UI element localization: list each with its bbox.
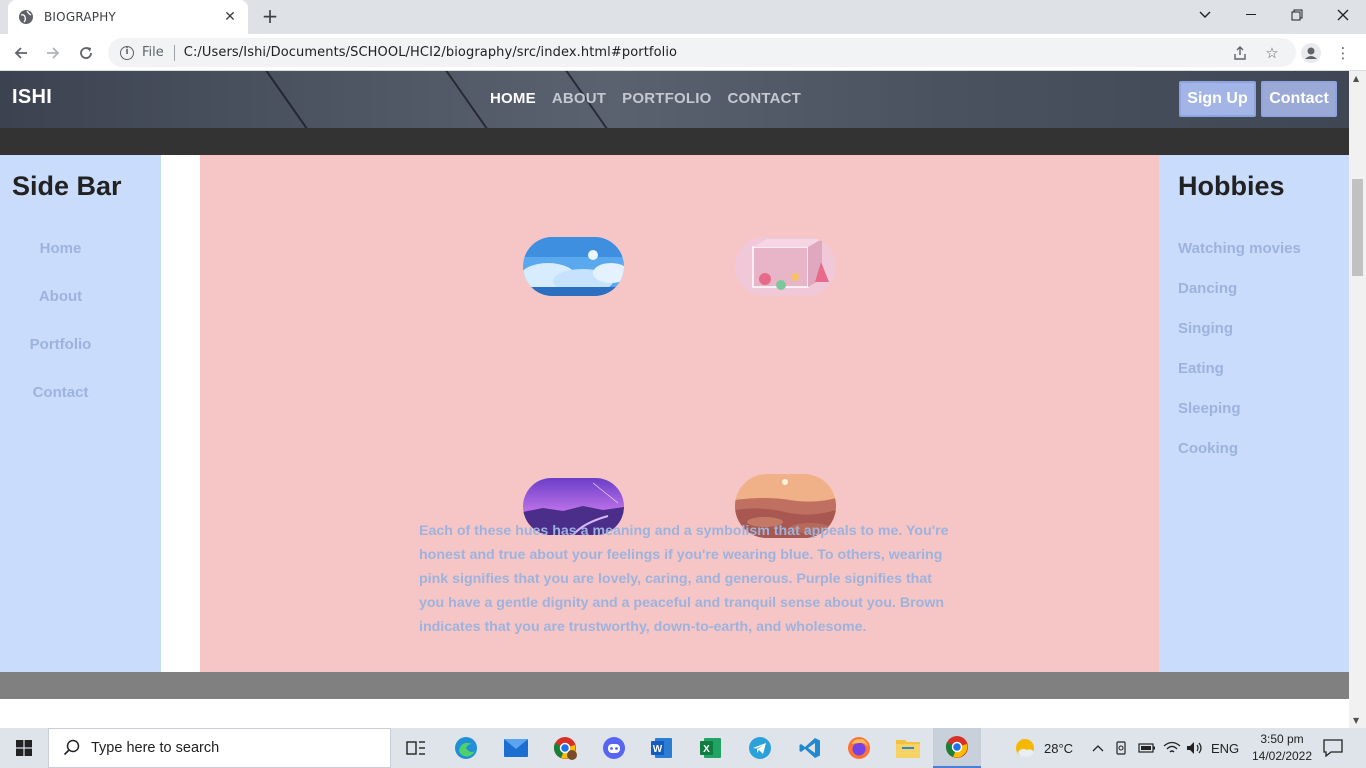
chrome-profile-icon[interactable]: [541, 728, 589, 768]
battery-icon[interactable]: [1138, 728, 1156, 768]
side-bar-title: Side Bar: [12, 171, 122, 201]
omnibox-divider: [173, 44, 175, 61]
hobby-item[interactable]: Singing: [1178, 320, 1233, 337]
svg-text:W: W: [653, 744, 663, 755]
scroll-down-icon[interactable]: ▼: [1353, 716, 1359, 725]
weather-widget[interactable]: 28°C: [1014, 728, 1073, 768]
hobby-item[interactable]: Eating: [1178, 360, 1224, 377]
page-scrollbar[interactable]: ▲ ▼: [1349, 71, 1366, 728]
nav-home[interactable]: HOME: [490, 90, 536, 107]
footer-bar: [0, 672, 1349, 699]
site-brand[interactable]: ISHI: [12, 86, 52, 109]
chrome-icon[interactable]: [933, 728, 981, 768]
clock-time: 3:50 pm: [1260, 732, 1304, 746]
address-bar: i File C:/Users/Ishi/Documents/SCHOOL/HC…: [0, 34, 1366, 71]
sidebar-item-home[interactable]: Home: [0, 240, 121, 257]
profile-icon[interactable]: [1301, 43, 1321, 63]
search-placeholder: Type here to search: [91, 740, 220, 756]
side-bar: Side Bar Home About Portfolio Contact: [0, 155, 161, 672]
bookmark-star-icon[interactable]: ☆: [1262, 43, 1282, 63]
top-nav: HOME ABOUT PORTFOLIO CONTACT: [490, 90, 817, 107]
telegram-icon[interactable]: [736, 728, 784, 768]
hobby-item[interactable]: Cooking: [1178, 440, 1238, 457]
sign-up-button[interactable]: Sign Up: [1179, 81, 1256, 117]
hobby-item[interactable]: Dancing: [1178, 280, 1237, 297]
firefox-icon[interactable]: [835, 728, 883, 768]
scroll-up-icon[interactable]: ▲: [1353, 74, 1359, 83]
tab-title: BIOGRAPHY: [44, 10, 116, 24]
content-gutter: [161, 155, 200, 672]
taskbar-search-input[interactable]: Type here to search: [48, 728, 391, 768]
sidebar-item-about[interactable]: About: [0, 288, 121, 305]
new-tab-icon[interactable]: +: [258, 5, 282, 29]
sidebar-item-contact[interactable]: Contact: [0, 384, 121, 401]
vscode-icon[interactable]: [786, 728, 834, 768]
pink-cube-image[interactable]: [735, 237, 836, 296]
word-icon[interactable]: W: [638, 728, 686, 768]
url-text[interactable]: C:/Users/Ishi/Documents/SCHOOL/HCI2/biog…: [184, 45, 677, 60]
browser-tab[interactable]: BIOGRAPHY ✕: [8, 0, 248, 34]
mail-icon[interactable]: [492, 728, 540, 768]
file-explorer-icon[interactable]: [884, 728, 932, 768]
search-icon: [63, 739, 80, 756]
forward-arrow-icon[interactable]: [40, 40, 66, 66]
tab-strip: BIOGRAPHY ✕ +: [0, 0, 1366, 34]
header-decoration: [264, 71, 318, 128]
contact-button[interactable]: Contact: [1261, 81, 1337, 117]
windows-taskbar: Type here to search W X 28°C ENG 3:50 pm…: [0, 728, 1366, 768]
hobby-item[interactable]: Watching movies: [1178, 240, 1301, 257]
wifi-icon[interactable]: [1163, 728, 1181, 768]
hobbies-panel: Hobbies Watching movies Dancing Singing …: [1159, 155, 1349, 672]
hobby-item[interactable]: Sleeping: [1178, 400, 1241, 417]
site-header: ISHI HOME ABOUT PORTFOLIO CONTACT Sign U…: [0, 71, 1349, 128]
clock-date: 14/02/2022: [1251, 749, 1313, 763]
language-indicator[interactable]: ENG: [1211, 728, 1239, 768]
globe-icon: [18, 9, 34, 25]
excel-icon[interactable]: X: [687, 728, 735, 768]
weather-sun-icon: [1016, 739, 1034, 757]
portfolio-section: Each of these hues has a meaning and a s…: [200, 155, 1159, 672]
blue-sky-image[interactable]: [523, 237, 624, 296]
weather-temp: 28°C: [1044, 740, 1074, 756]
url-omnibox[interactable]: i File C:/Users/Ishi/Documents/SCHOOL/HC…: [108, 38, 1296, 67]
header-divider-bar: [0, 128, 1349, 155]
back-arrow-icon[interactable]: [8, 40, 34, 66]
notifications-icon[interactable]: [1323, 728, 1343, 768]
hobbies-title: Hobbies: [1178, 171, 1285, 201]
info-icon[interactable]: i: [120, 45, 134, 60]
portfolio-description: Each of these hues has a meaning and a s…: [419, 523, 949, 635]
reload-icon[interactable]: [73, 40, 99, 66]
nav-contact[interactable]: CONTACT: [727, 90, 801, 107]
edge-icon[interactable]: [442, 728, 490, 768]
meet-icon[interactable]: [1115, 728, 1129, 768]
volume-icon[interactable]: [1186, 728, 1204, 768]
share-icon[interactable]: [1230, 43, 1250, 63]
system-clock[interactable]: 3:50 pm 14/02/2022: [1250, 731, 1314, 765]
restore-icon[interactable]: [1274, 0, 1320, 30]
tab-search-icon[interactable]: [1182, 0, 1228, 30]
show-hidden-icons[interactable]: [1092, 728, 1104, 768]
file-label: File: [142, 45, 164, 60]
scrollbar-thumb[interactable]: [1352, 179, 1363, 276]
menu-dots-icon[interactable]: ⋮: [1333, 43, 1353, 63]
svg-text:X: X: [703, 744, 710, 755]
discord-icon[interactable]: [590, 728, 638, 768]
page-viewport: ISHI HOME ABOUT PORTFOLIO CONTACT Sign U…: [0, 71, 1349, 728]
nav-about[interactable]: ABOUT: [552, 90, 606, 107]
close-window-icon[interactable]: [1320, 0, 1366, 30]
sidebar-item-portfolio[interactable]: Portfolio: [0, 336, 121, 353]
minimize-icon[interactable]: [1228, 0, 1274, 30]
task-view-icon[interactable]: [392, 728, 440, 768]
windows-start-icon[interactable]: [0, 728, 48, 768]
close-tab-icon[interactable]: ✕: [222, 9, 238, 25]
nav-portfolio[interactable]: PORTFOLIO: [622, 90, 711, 107]
